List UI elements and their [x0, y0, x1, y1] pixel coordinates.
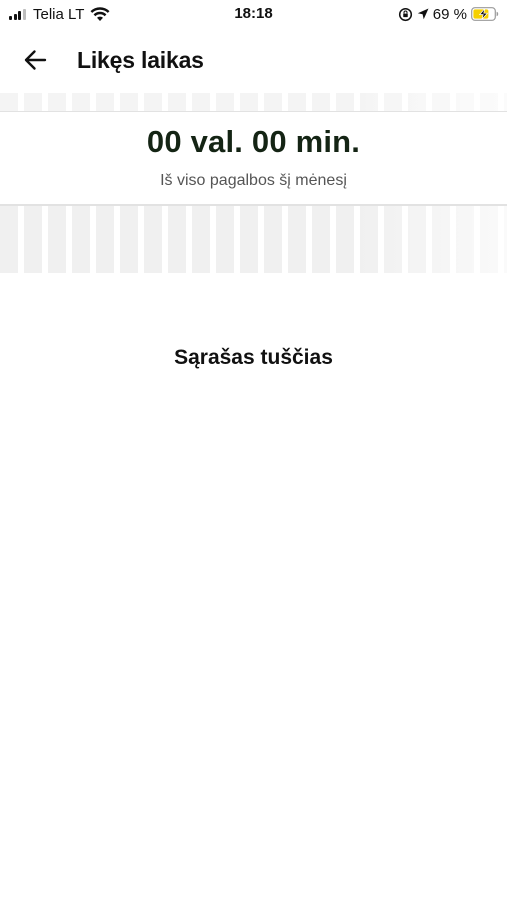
- remaining-time-card: 00 val. 00 min. Iš viso pagalbos šį mėne…: [0, 111, 507, 206]
- status-bar: Telia LT 18:18 69 %: [0, 0, 507, 28]
- rotation-lock-icon: [398, 7, 412, 21]
- arrow-left-icon: [24, 50, 47, 70]
- app-header: Likęs laikas: [0, 36, 507, 84]
- empty-list-message: Sąrašas tuščias: [174, 346, 333, 369]
- stripe-fade-top: [0, 93, 507, 111]
- battery-percent: 69 %: [432, 5, 467, 23]
- page-title: Likęs laikas: [77, 47, 204, 73]
- remaining-time-caption: Iš viso pagalbos šį mėnesį: [160, 172, 347, 189]
- back-button[interactable]: [18, 46, 52, 74]
- battery-charging-icon: [471, 7, 499, 21]
- status-right: 69 %: [398, 4, 499, 24]
- stripe-fade-bottom: [0, 205, 507, 273]
- location-arrow-icon: [417, 8, 429, 20]
- remaining-time-value: 00 val. 00 min.: [146, 124, 361, 159]
